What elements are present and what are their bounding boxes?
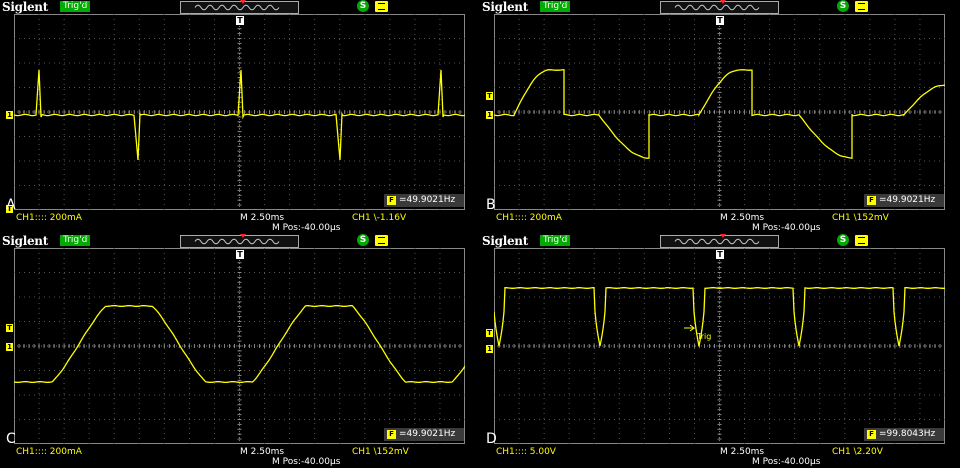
- trigger-position-marker: T: [716, 250, 724, 259]
- horizontal-trigger-marker: [240, 234, 246, 238]
- timebase: M 2.50ms: [720, 213, 765, 223]
- channel-1-ground-marker: 1: [486, 111, 493, 119]
- scope-panel-c: Siglent Trig'd ꟸ S T T 1 C F =49.9021Hz C…: [0, 234, 480, 468]
- horizontal-trigger-marker: [240, 0, 246, 4]
- frequency-readout: F =99.8043Hz: [864, 428, 944, 441]
- timebase: M 2.50ms: [720, 447, 765, 457]
- horizontal-position: M Pos:-40.00μs: [752, 223, 821, 233]
- sync-icon: S: [357, 234, 369, 246]
- brand-logo: Siglent: [2, 0, 48, 14]
- frequency-readout: F =49.9021Hz: [384, 428, 464, 441]
- channel-scale: CH1:::: 200mA: [16, 213, 82, 223]
- channel-1-ground-marker: 1: [6, 343, 13, 351]
- channel-scale: CH1:::: 200mA: [16, 447, 82, 457]
- trigger-level-marker: T: [486, 329, 493, 337]
- horizontal-position: M Pos:-40.00μs: [272, 457, 341, 467]
- sync-icon: S: [357, 0, 369, 12]
- scope-panel-a: Siglent Trig'd ꟸ S T 1 T A F =49.9021Hz C…: [0, 0, 480, 234]
- trig-annotation: Trig: [697, 332, 712, 341]
- scope-panel-b: Siglent Trig'd ꟸ S T T 1 B F =49.9021Hz C…: [480, 0, 960, 234]
- trigger-position-marker: T: [236, 16, 244, 25]
- brand-logo: Siglent: [482, 234, 528, 248]
- frequency-icon: F: [387, 430, 396, 439]
- timebase: M 2.50ms: [240, 447, 285, 457]
- graticule: [14, 248, 465, 444]
- channel-1-ground-marker: 1: [6, 111, 13, 119]
- trigger-setting: CH1 \-1.16V: [352, 213, 407, 223]
- sync-icon: S: [837, 0, 849, 12]
- trigger-setting: CH1 \152mV: [832, 213, 889, 223]
- frequency-icon: F: [387, 196, 396, 205]
- frequency-icon: F: [867, 196, 876, 205]
- graticule: [494, 14, 945, 210]
- panel-label: B: [486, 197, 496, 213]
- horizontal-trigger-marker: [720, 234, 726, 238]
- brand-logo: Siglent: [2, 234, 48, 248]
- channel-1-ground-marker: 1: [486, 345, 493, 353]
- trigger-setting: CH1 \2.20V: [832, 447, 883, 457]
- graticule: [14, 14, 465, 210]
- trigger-mode-icon: ꟸ: [563, 0, 570, 12]
- print-icon: [855, 1, 868, 12]
- channel-scale: CH1:::: 5.00V: [496, 447, 556, 457]
- frequency-readout: F =49.9021Hz: [864, 194, 944, 207]
- channel-scale: CH1:::: 200mA: [496, 213, 562, 223]
- horizontal-trigger-marker: [720, 0, 726, 4]
- trigger-level-marker: T: [486, 92, 493, 100]
- frequency-value: =49.9021Hz: [879, 195, 936, 205]
- print-icon: [375, 235, 388, 246]
- horizontal-position: M Pos:-40.00μs: [752, 457, 821, 467]
- trigger-position-marker: T: [716, 16, 724, 25]
- trigger-mode-icon: ꟸ: [83, 234, 90, 246]
- trigger-setting: CH1 \152mV: [352, 447, 409, 457]
- panel-label: D: [486, 431, 497, 447]
- timebase: M 2.50ms: [240, 213, 285, 223]
- trigger-mode-icon: ꟸ: [83, 0, 90, 12]
- frequency-readout: F =49.9021Hz: [384, 194, 464, 207]
- sync-icon: S: [837, 234, 849, 246]
- horizontal-position: M Pos:-40.00μs: [272, 223, 341, 233]
- panel-label: C: [6, 431, 16, 447]
- trigger-level-marker: T: [6, 324, 13, 332]
- print-icon: [375, 1, 388, 12]
- trig-arrow-icon: [684, 324, 695, 332]
- frequency-value: =49.9021Hz: [399, 429, 456, 439]
- trigger-mode-icon: ꟸ: [563, 234, 570, 246]
- frequency-value: =99.8043Hz: [879, 429, 936, 439]
- panel-label: A: [6, 197, 16, 213]
- trigger-position-marker: T: [236, 250, 244, 259]
- scope-panel-d: Siglent Trig'd ꟸ S T T 1 Trig D F =99.804…: [480, 234, 960, 468]
- frequency-icon: F: [867, 430, 876, 439]
- print-icon: [855, 235, 868, 246]
- graticule: [494, 248, 945, 444]
- frequency-value: =49.9021Hz: [399, 195, 456, 205]
- brand-logo: Siglent: [482, 0, 528, 14]
